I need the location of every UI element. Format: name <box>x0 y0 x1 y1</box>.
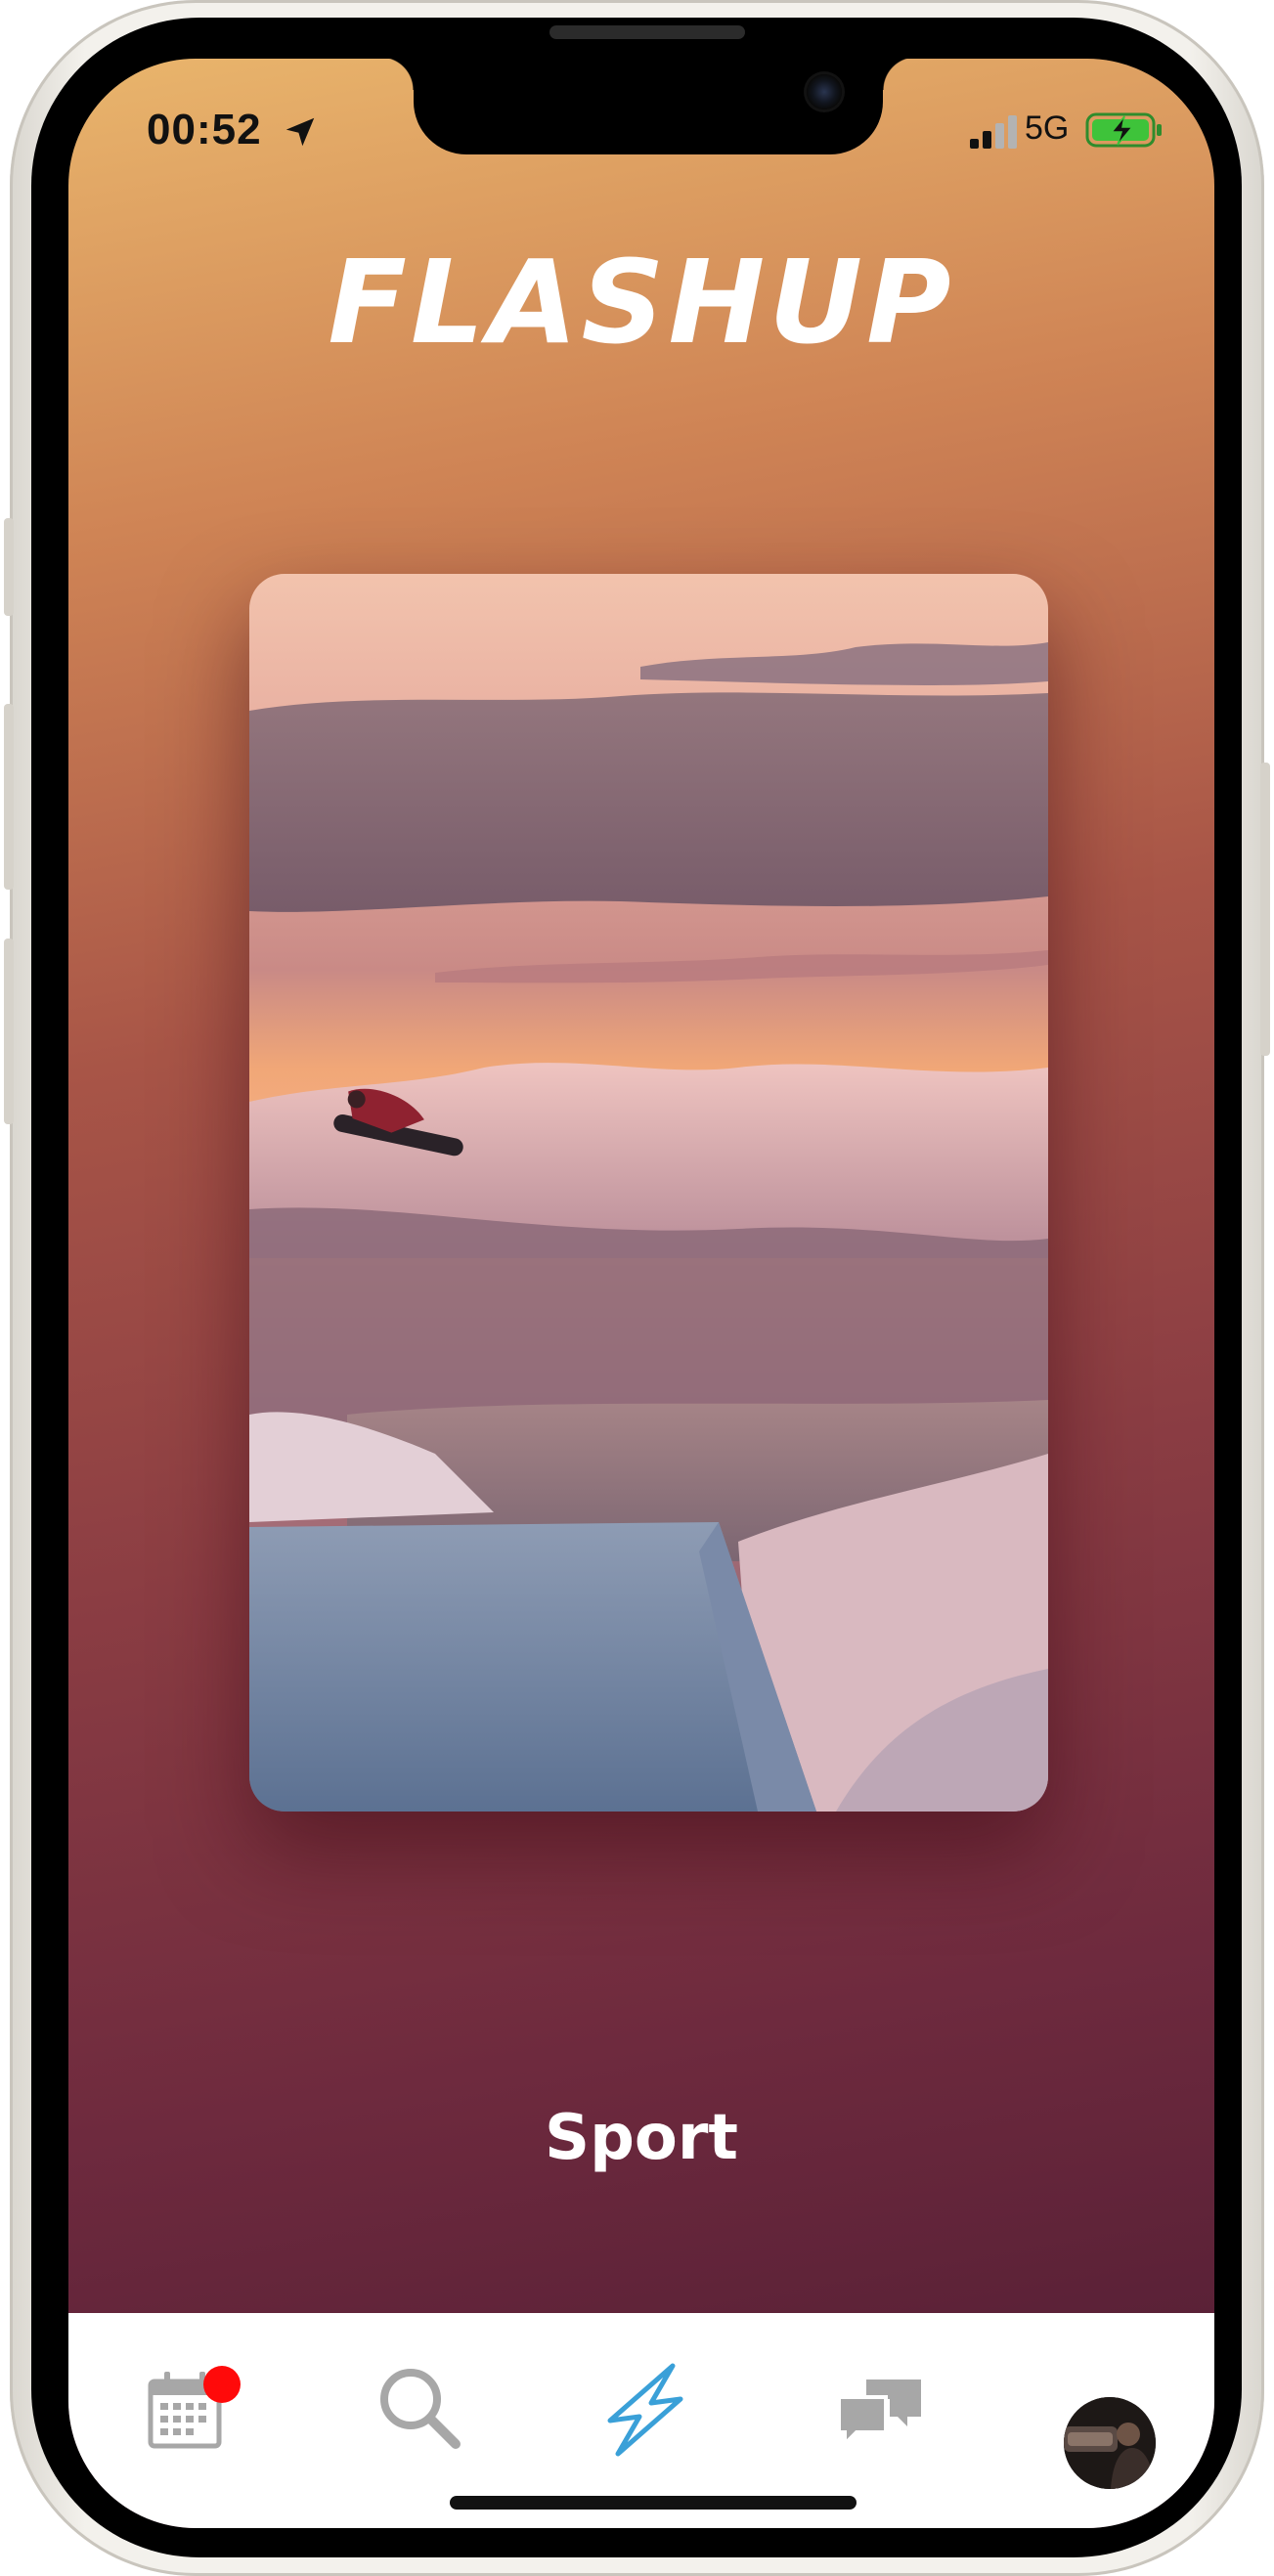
home-indicator[interactable] <box>450 2496 857 2510</box>
volume-down-button <box>4 939 14 1124</box>
search-icon <box>380 2369 461 2449</box>
profile-avatar <box>1064 2397 1156 2489</box>
phone-frame: 00:52 5G FLASHUP Sport <box>4 0 1270 2576</box>
tab-profile-avatar[interactable] <box>1064 2397 1156 2489</box>
cellular-signal-icon <box>970 115 1017 149</box>
content-card[interactable] <box>249 574 1048 1812</box>
silent-switch <box>4 518 14 616</box>
app-title: FLASHUP <box>328 235 955 370</box>
tab-messages[interactable] <box>831 2360 929 2458</box>
tab-flash[interactable] <box>596 2360 694 2458</box>
battery-charging-icon <box>1085 112 1162 148</box>
front-camera <box>807 74 842 109</box>
power-button <box>1260 763 1270 1056</box>
tab-search[interactable] <box>372 2360 469 2458</box>
notification-badge <box>203 2366 241 2403</box>
network-type: 5G <box>1025 109 1070 147</box>
category-label: Sport <box>544 2102 739 2174</box>
location-arrow-icon <box>286 117 315 147</box>
snowboarder-jump-photo <box>249 574 1048 1812</box>
status-time: 00:52 <box>147 106 262 153</box>
app-screen: 00:52 5G FLASHUP Sport <box>68 59 1214 2528</box>
earpiece-speaker <box>549 25 745 39</box>
flash-icon <box>607 2363 683 2457</box>
notch <box>380 59 916 154</box>
chat-bubbles-icon <box>837 2380 921 2449</box>
tab-calendar[interactable] <box>137 2360 241 2458</box>
volume-up-button <box>4 704 14 890</box>
